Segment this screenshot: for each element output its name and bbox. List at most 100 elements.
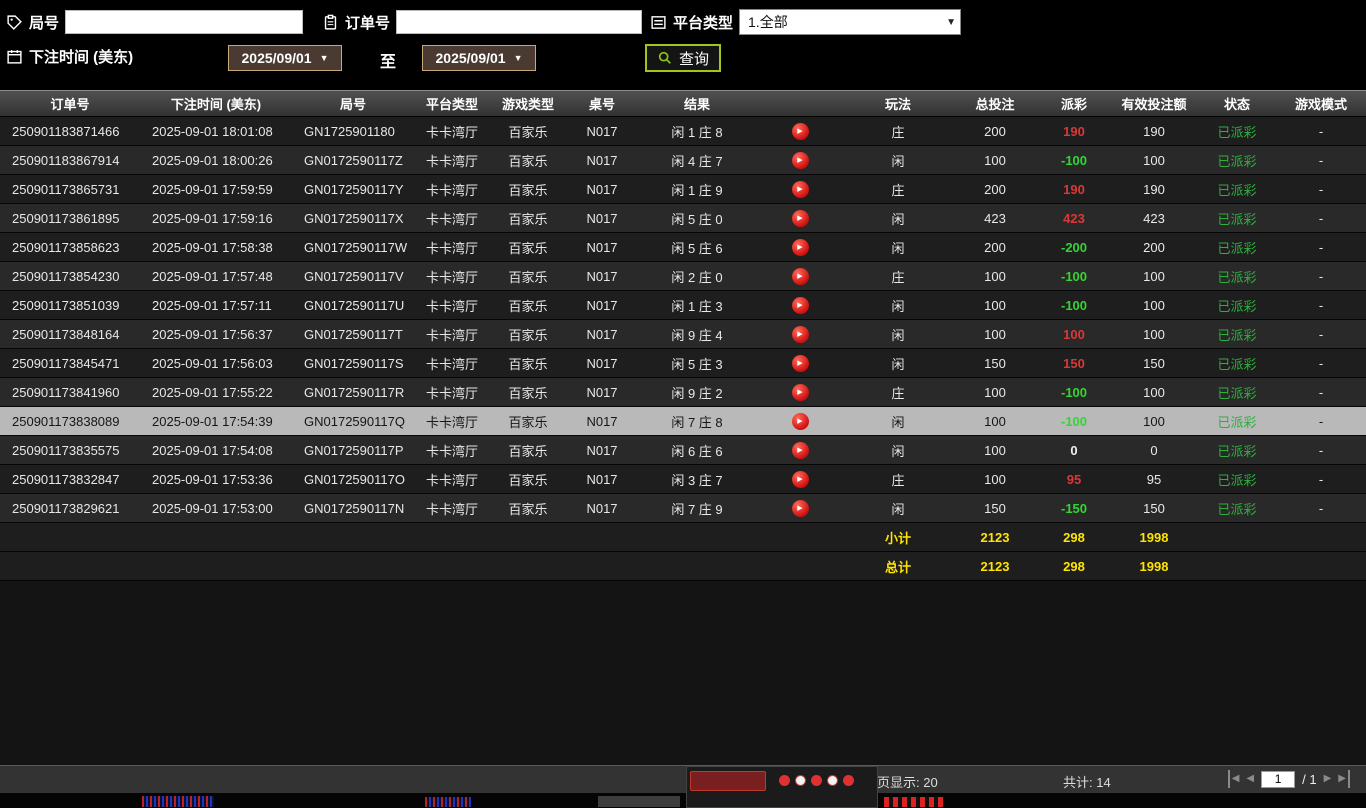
game-mode-cell: - [1318,152,1324,168]
table-number-cell: N017 [586,384,618,400]
table-row[interactable]: 250901173865731 2025-09-01 17:59:59 GN0172… [0,175,1366,204]
table-row[interactable]: 250901173829621 2025-09-01 17:53:00 GN0172… [0,494,1366,523]
play-video-button[interactable]: ▶ [791,151,809,169]
media-cell: ▶ [756,151,844,169]
table-row[interactable]: 250901173838089 2025-09-01 17:54:39 GN0172… [0,407,1366,436]
result-cell: 闲 6 庄 6 [671,443,723,459]
filter-bar: 局号 订单号 平台类型 1.全部 ▼ 下注时间 (美东) 2025/09/01 … [0,0,1366,90]
table-row[interactable]: 250901183871466 2025-09-01 18:01:08 GN1725… [0,117,1366,146]
table-row[interactable]: 250901173845471 2025-09-01 17:56:03 GN0172… [0,349,1366,378]
table-row[interactable]: 250901173854230 2025-09-01 17:57:48 GN0172… [0,262,1366,291]
play-video-button[interactable]: ▶ [791,470,809,488]
header-payout: 派彩 [1060,97,1087,112]
total-bet-cell: 100 [984,268,1006,284]
game-type-cell: 百家乐 [508,501,548,517]
table-row[interactable]: 250901173841960 2025-09-01 17:55:22 GN0172… [0,378,1366,407]
play-video-button[interactable]: ▶ [791,267,809,285]
header-total-bet: 总投注 [975,97,1015,112]
page-total-label: / 1 [1302,771,1317,787]
background-fragment [425,797,471,807]
game-mode-cell: - [1318,384,1324,400]
play-video-button[interactable]: ▶ [791,296,809,314]
game-type-cell: 百家乐 [508,124,548,140]
valid-bet-cell: 190 [1143,181,1165,197]
order-number-cell: 250901173851039 [12,297,120,313]
play-video-button[interactable]: ▶ [791,325,809,343]
round-number-input[interactable] [65,10,304,34]
bet-time-cell: 2025-09-01 17:57:11 [152,297,272,313]
valid-bet-cell: 100 [1143,268,1165,284]
play-video-button[interactable]: ▶ [791,412,809,430]
status-cell: 已派彩 [1217,298,1257,314]
order-label: 订单号 [345,14,391,32]
date-from-button[interactable]: 2025/09/01 ▼ [228,45,342,71]
valid-bet-cell: 150 [1143,355,1165,371]
background-fragment [884,797,944,807]
table-row[interactable]: 250901173861895 2025-09-01 17:59:16 GN0172… [0,204,1366,233]
platform-type-select[interactable]: 1.全部 ▼ [739,9,962,35]
result-cell: 闲 4 庄 7 [671,153,723,169]
order-number-cell: 250901173832847 [12,471,120,487]
bet-option-cell: 庄 [891,124,905,140]
play-video-button[interactable]: ▶ [791,180,809,198]
media-cell: ▶ [756,180,844,198]
total-bet-cell: 100 [984,297,1006,313]
valid-bet-cell: 100 [1143,413,1165,429]
table-number-cell: N017 [586,297,618,313]
total-bet-cell: 423 [984,210,1006,226]
platform-type-cell: 卡卡湾厅 [425,124,478,140]
first-page-button[interactable]: ◀ [1227,770,1239,788]
empty-table-area [0,581,1366,765]
payout-cell: -100 [1060,384,1088,400]
media-cell: ▶ [756,325,844,343]
table-row[interactable]: 250901173835575 2025-09-01 17:54:08 GN0172… [0,436,1366,465]
table-row[interactable]: 250901173851039 2025-09-01 17:57:11 GN0172… [0,291,1366,320]
round-number-cell: GN0172590117P [304,442,404,458]
result-cell: 闲 1 庄 9 [671,182,723,198]
table-row[interactable]: 250901173848164 2025-09-01 17:56:37 GN0172… [0,320,1366,349]
total-bet-cell: 200 [984,239,1006,255]
play-video-button[interactable]: ▶ [791,122,809,140]
game-mode-cell: - [1318,471,1324,487]
round-number-cell: GN0172590117X [304,210,404,226]
bet-time-cell: 2025-09-01 17:53:36 [152,471,273,487]
game-mode-cell: - [1318,326,1324,342]
last-page-button[interactable]: ▶ [1338,770,1350,788]
play-video-button[interactable]: ▶ [791,441,809,459]
valid-bet-cell: 423 [1143,210,1165,226]
prev-page-button[interactable]: ◀ [1246,770,1254,788]
play-video-button[interactable]: ▶ [791,383,809,401]
table-row[interactable]: 250901183867914 2025-09-01 18:00:26 GN0172… [0,146,1366,175]
table-number-cell: N017 [586,326,618,342]
total-bet-cell: 100 [984,413,1006,429]
page-number-input[interactable] [1261,770,1296,788]
bet-time-cell: 2025-09-01 17:56:03 [152,355,273,371]
payout-cell: 423 [1063,210,1085,226]
play-video-button[interactable]: ▶ [791,238,809,256]
table-row[interactable]: 250901173832847 2025-09-01 17:53:36 GN0172… [0,465,1366,494]
table-row[interactable]: 250901173858623 2025-09-01 17:58:38 GN0172… [0,233,1366,262]
status-cell: 已派彩 [1217,472,1257,488]
order-number-input[interactable] [396,10,643,34]
search-button[interactable]: 查询 [645,44,722,72]
game-type-cell: 百家乐 [508,472,548,488]
header-order-number: 订单号 [50,97,90,112]
platform-type-cell: 卡卡湾厅 [425,356,478,372]
media-cell: ▶ [756,441,844,459]
total-bet-cell: 100 [984,384,1006,400]
play-video-button[interactable]: ▶ [791,499,809,517]
game-mode-cell: - [1318,355,1324,371]
order-number-cell: 250901183867914 [12,152,120,168]
background-peek-strip [0,793,1366,808]
platform-type-cell: 卡卡湾厅 [425,153,478,169]
play-video-button[interactable]: ▶ [791,354,809,372]
play-video-button[interactable]: ▶ [791,209,809,227]
date-to-button[interactable]: 2025/09/01 ▼ [422,45,536,71]
total-bet-cell: 150 [984,355,1006,371]
order-number-cell: 250901173858623 [12,239,120,255]
next-page-button[interactable]: ▶ [1324,770,1332,788]
total-bet-cell: 100 [984,442,1006,458]
valid-bet-cell: 0 [1150,442,1158,458]
background-fragment [598,796,680,807]
status-cell: 已派彩 [1217,240,1257,256]
